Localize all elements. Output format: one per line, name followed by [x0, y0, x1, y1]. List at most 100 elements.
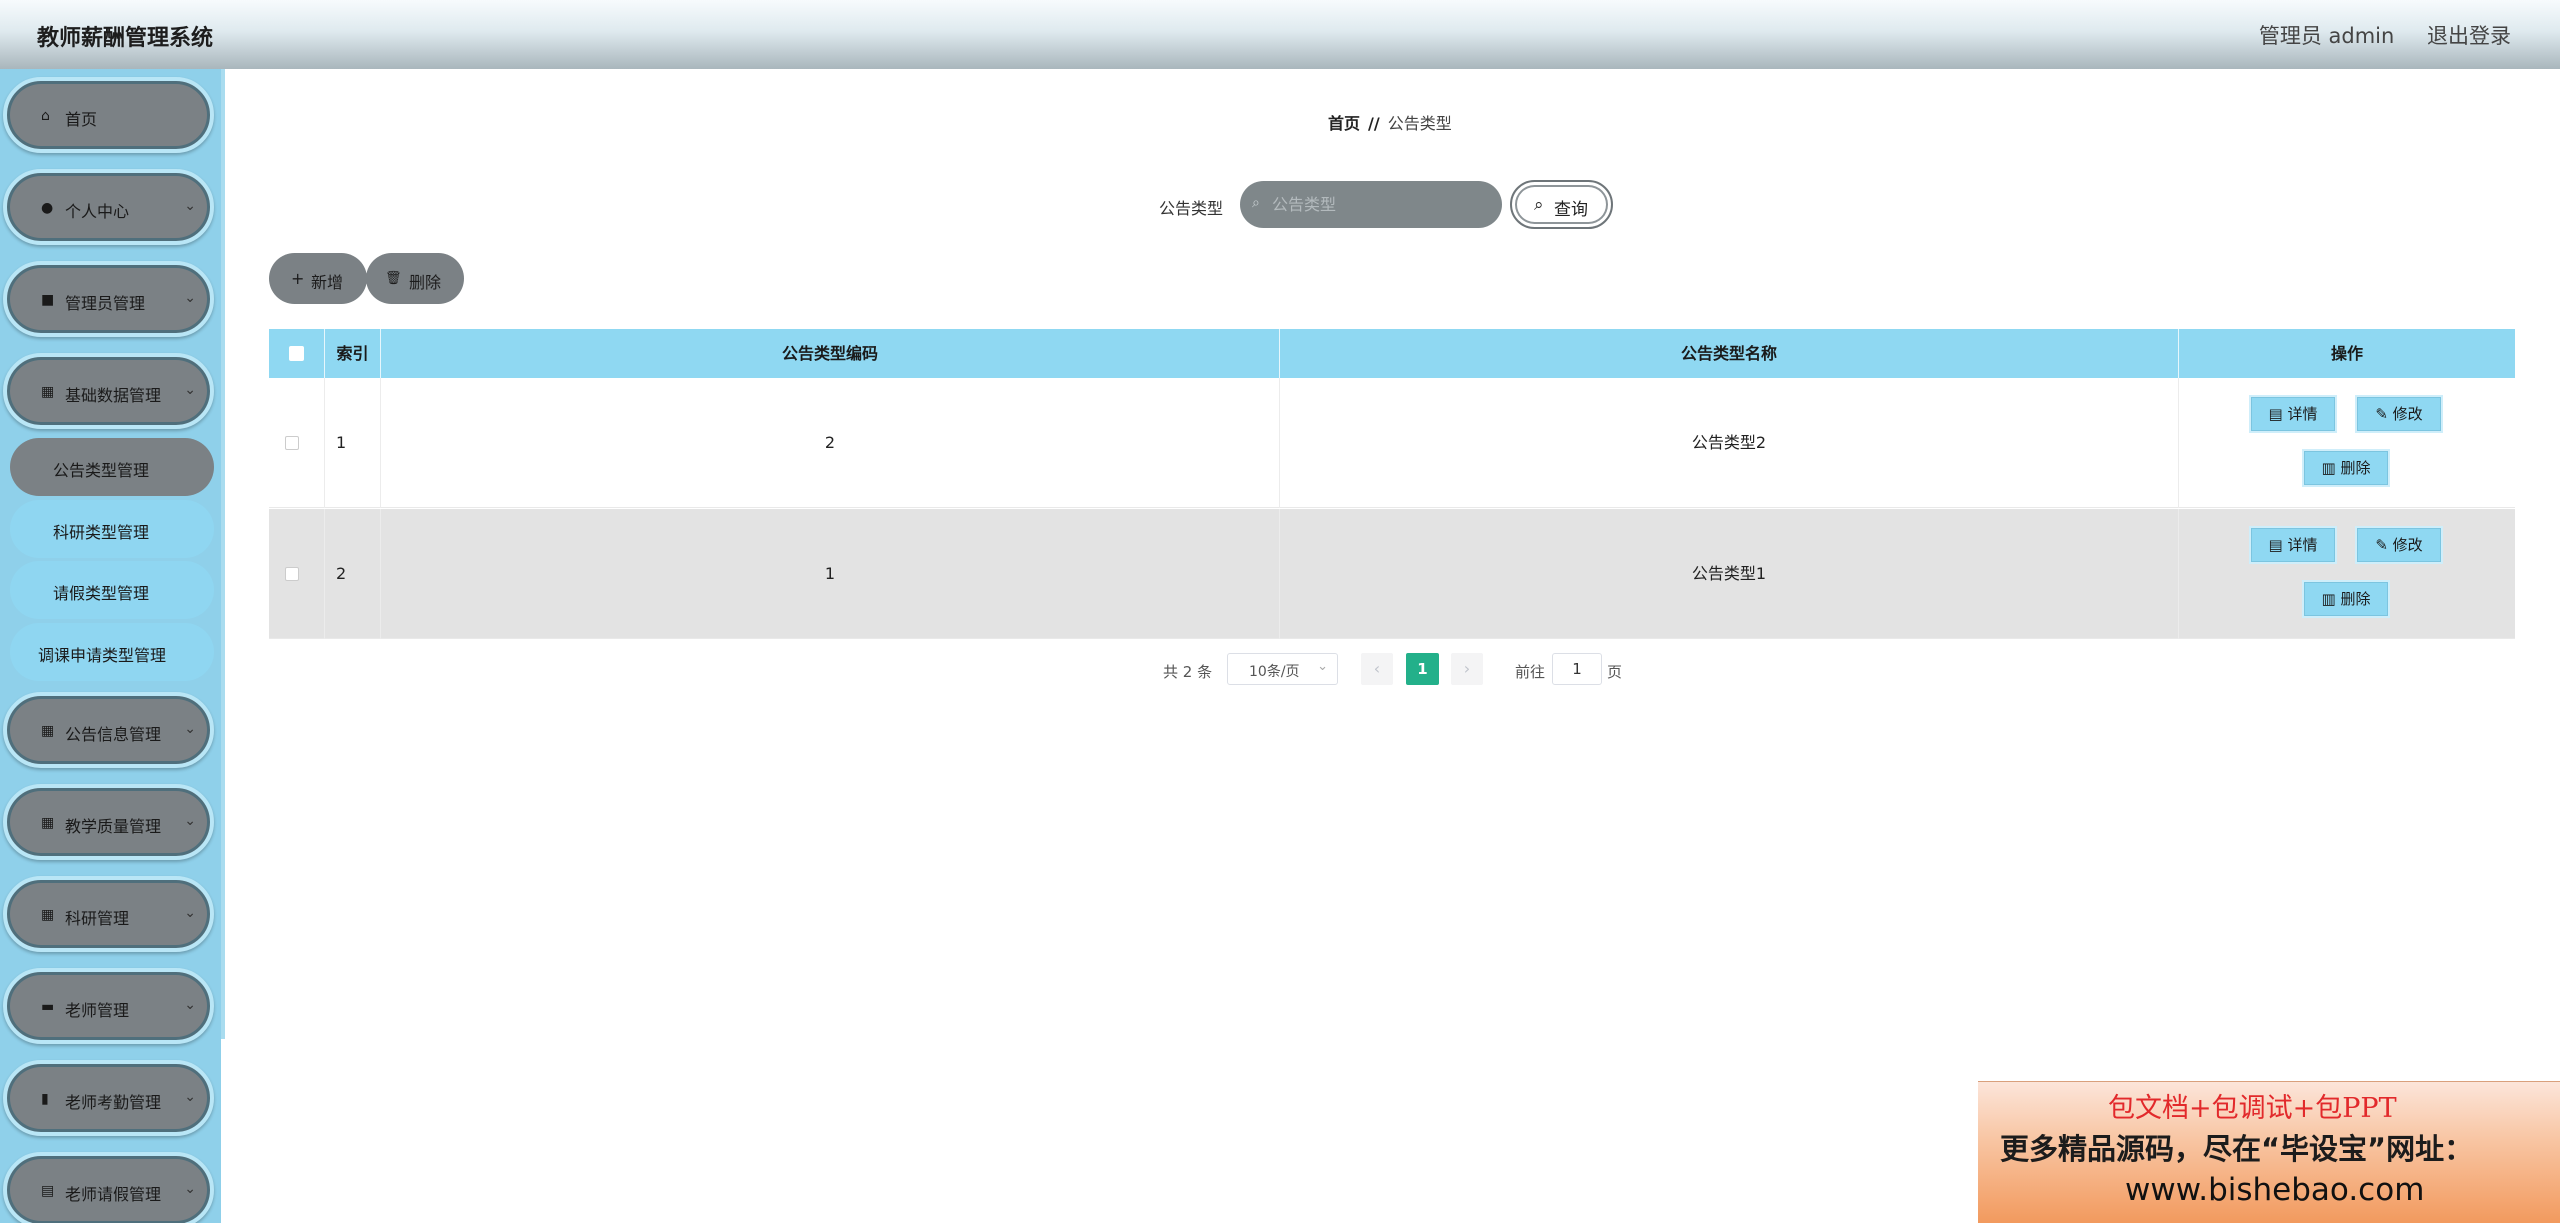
table-row: 2 1 公告类型1 ▤ 详情 ✎ 修改 ▥ 删除 — [269, 509, 2515, 639]
batch-delete-button-label: 删除 — [409, 273, 442, 292]
search-input-wrapper[interactable]: ⌕ — [1240, 181, 1502, 228]
sidebar: ⌂ 首页 ● 个人中心 ⌄ ■ 管理员管理 ⌄ ▦ 基础数据管理 ⌄ 公告类型管… — [0, 69, 221, 1223]
edit-button[interactable]: ✎ 修改 — [2355, 395, 2443, 433]
row-code: 1 — [381, 509, 1280, 639]
sidebar-item-label: 教学质量管理 — [65, 817, 162, 836]
sidebar-item-label: 公告信息管理 — [65, 725, 162, 744]
detail-button[interactable]: ▤ 详情 — [2249, 526, 2337, 564]
detail-button[interactable]: ▤ 详情 — [2249, 395, 2337, 433]
chevron-down-icon: ⌄ — [184, 1089, 196, 1105]
breadcrumb-home[interactable]: 首页 — [1328, 114, 1360, 133]
sidebar-item-label: 科研管理 — [65, 909, 130, 928]
edit-icon: ✎ — [2375, 536, 2393, 554]
row-index: 1 — [325, 378, 381, 508]
table-row: 1 2 公告类型2 ▤ 详情 ✎ 修改 ▥ 删除 — [269, 378, 2515, 508]
sidebar-scroll-edge — [221, 69, 225, 1039]
chat-icon: ■ — [41, 292, 55, 308]
goto-label: 前往 — [1515, 663, 1546, 681]
prev-page-button[interactable]: ‹ — [1361, 653, 1393, 685]
sidebar-item-label: 个人中心 — [65, 202, 130, 221]
delete-button-label: 删除 — [2340, 590, 2371, 608]
app-title: 教师薪酬管理系统 — [37, 26, 214, 51]
add-button-label: 新增 — [311, 273, 344, 292]
sidebar-item-label: 管理员管理 — [65, 294, 146, 313]
top-header: 教师薪酬管理系统 管理员 admin 退出登录 — [0, 0, 2560, 69]
header-index: 索引 — [325, 329, 381, 378]
breadcrumb-current: 公告类型 — [1387, 114, 1452, 133]
sidebar-item-home[interactable]: ⌂ 首页 — [3, 77, 214, 153]
row-checkbox[interactable] — [285, 436, 299, 450]
sidebar-item-attendance[interactable]: ▮ 老师考勤管理 ⌄ — [3, 1060, 214, 1136]
batch-delete-button[interactable]: 🗑 删除 — [366, 253, 464, 304]
sidebar-item-label: 基础数据管理 — [65, 386, 162, 405]
page-size-value: 10条/页 — [1249, 664, 1300, 680]
chevron-down-icon: ⌄ — [184, 997, 196, 1013]
grid-icon: ▦ — [41, 815, 55, 831]
table-header: 索引 公告类型编码 公告类型名称 操作 — [269, 329, 2515, 378]
chevron-down-icon: ⌄ — [184, 721, 196, 737]
chevron-down-icon: ⌄ — [184, 1181, 196, 1197]
page-number-current[interactable]: 1 — [1406, 653, 1439, 685]
query-button-label: 查询 — [1554, 200, 1588, 220]
sidebar-subitem-leave-type[interactable]: 请假类型管理 — [10, 561, 214, 619]
sidebar-item-research[interactable]: ▦ 科研管理 ⌄ — [3, 876, 214, 952]
query-button[interactable]: ⌕ 查询 — [1510, 180, 1613, 229]
goto-page-input[interactable] — [1552, 653, 1602, 685]
sidebar-item-basic-data[interactable]: ▦ 基础数据管理 ⌄ — [3, 353, 214, 429]
logout-link[interactable]: 退出登录 — [2427, 24, 2511, 48]
watermark-line-1: 包文档+包调试+包PPT — [2108, 1093, 2397, 1124]
trash-icon: ▥ — [2321, 590, 2341, 608]
grid-icon: ▦ — [41, 384, 55, 400]
search-input[interactable] — [1272, 191, 1492, 218]
delete-button[interactable]: ▥ 删除 — [2302, 580, 2390, 618]
next-page-button[interactable]: › — [1451, 653, 1483, 685]
edit-button[interactable]: ✎ 修改 — [2355, 526, 2443, 564]
sidebar-item-label: 首页 — [65, 110, 98, 129]
delete-button-label: 删除 — [2340, 459, 2371, 477]
home-icon: ⌂ — [41, 108, 50, 124]
row-select-cell — [269, 509, 325, 639]
chevron-down-icon: ⌄ — [184, 382, 196, 398]
header-code: 公告类型编码 — [381, 329, 1280, 378]
breadcrumb-separator: // — [1368, 114, 1380, 133]
document-icon: ▤ — [2268, 536, 2288, 554]
header-actions: 操作 — [2330, 344, 2363, 363]
current-user[interactable]: 管理员 admin — [2259, 24, 2394, 48]
sidebar-item-notice-info[interactable]: ▦ 公告信息管理 ⌄ — [3, 692, 214, 768]
sidebar-subitem-label: 科研类型管理 — [53, 523, 150, 542]
trash-icon: 🗑 — [385, 271, 402, 286]
row-checkbox[interactable] — [285, 567, 299, 581]
page-size-select[interactable]: 10条/页 ⌄ — [1227, 653, 1338, 685]
breadcrumb: 首页 // 公告类型 — [1328, 110, 1452, 134]
row-name: 公告类型1 — [1280, 509, 2179, 639]
page-unit-label: 页 — [1607, 663, 1623, 681]
sidebar-item-teaching-quality[interactable]: ▦ 教学质量管理 ⌄ — [3, 784, 214, 860]
sidebar-item-teacher-management[interactable]: ▬ 老师管理 ⌄ — [3, 968, 214, 1044]
sidebar-subitem-course-change-type[interactable]: 调课申请类型管理 — [10, 623, 214, 681]
sidebar-item-label: 老师管理 — [65, 1001, 130, 1020]
sidebar-subitem-research-type[interactable]: 科研类型管理 — [10, 500, 214, 558]
add-button[interactable]: + 新增 — [269, 253, 367, 304]
delete-button[interactable]: ▥ 删除 — [2302, 449, 2390, 487]
chevron-down-icon: ⌄ — [184, 290, 196, 306]
detail-button-label: 详情 — [2287, 405, 2318, 423]
row-index: 2 — [325, 509, 381, 639]
sidebar-item-personal-center[interactable]: ● 个人中心 ⌄ — [3, 169, 214, 245]
sidebar-item-admin-management[interactable]: ■ 管理员管理 ⌄ — [3, 261, 214, 337]
search-icon: ⌕ — [1534, 195, 1544, 215]
search-icon: ⌕ — [1252, 195, 1260, 211]
row-actions: ▤ 详情 ✎ 修改 ▥ 删除 — [2179, 378, 2515, 508]
edit-icon: ✎ — [2375, 405, 2393, 423]
sidebar-item-label: 老师请假管理 — [65, 1185, 162, 1204]
header-name: 公告类型名称 — [1280, 329, 2179, 378]
chevron-down-icon: ⌄ — [184, 813, 196, 829]
plus-icon: + — [291, 269, 305, 288]
row-name: 公告类型2 — [1280, 378, 2179, 508]
sidebar-subitem-notice-type[interactable]: 公告类型管理 — [10, 438, 214, 496]
chevron-down-icon: ⌄ — [184, 198, 196, 214]
select-all-checkbox[interactable] — [289, 346, 304, 361]
sidebar-subitem-label: 调课申请类型管理 — [38, 646, 167, 665]
chevron-down-icon: ⌄ — [184, 905, 196, 921]
sidebar-item-leave[interactable]: ▤ 老师请假管理 ⌄ — [3, 1152, 214, 1223]
briefcase-icon: ▬ — [41, 999, 55, 1015]
